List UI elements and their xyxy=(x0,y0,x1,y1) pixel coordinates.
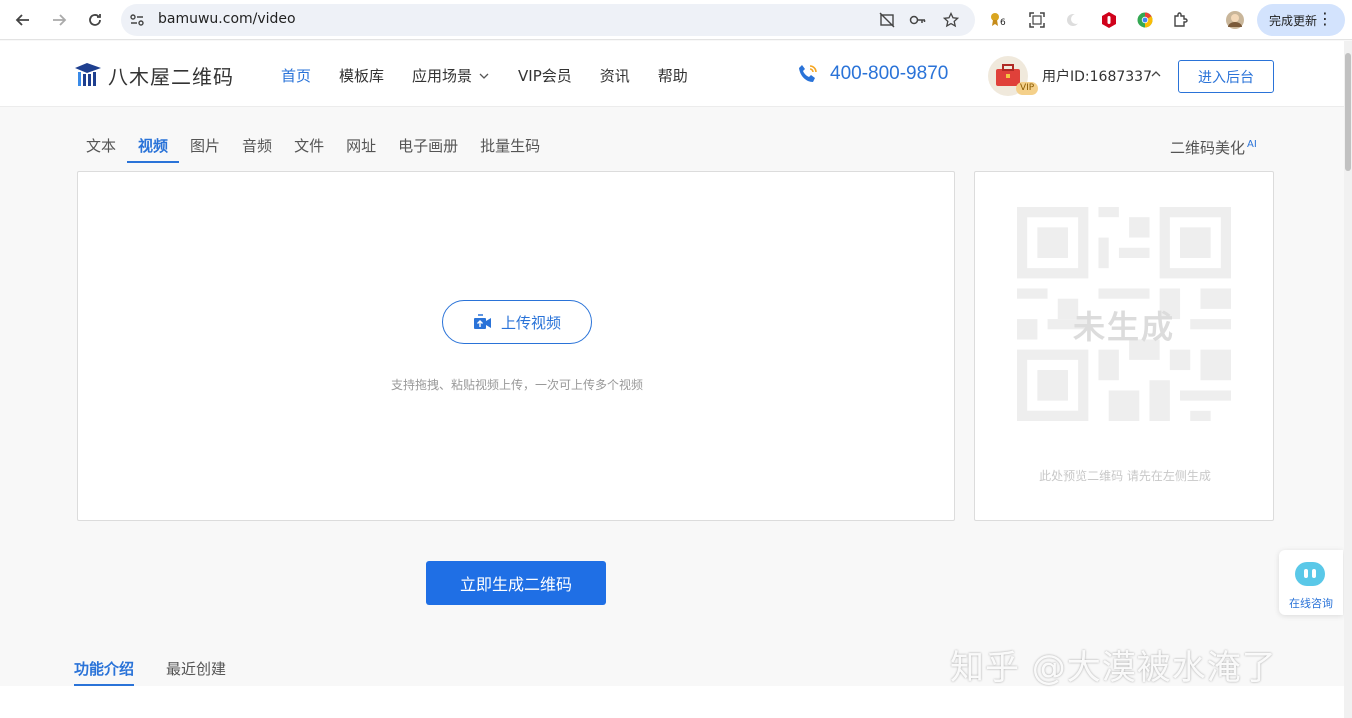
scroll-thumb[interactable] xyxy=(1345,53,1351,171)
tab-ebook[interactable]: 电子画册 xyxy=(387,130,469,163)
consult-label: 在线咨询 xyxy=(1289,597,1333,610)
tab-recent[interactable]: 最近创建 xyxy=(166,658,226,686)
nav-vip[interactable]: VIP会员 xyxy=(518,65,572,86)
extension-badge: 6 xyxy=(1000,18,1006,28)
qr-status-text: 未生成 xyxy=(1072,308,1175,346)
site-settings-icon[interactable] xyxy=(129,12,145,28)
chrome-color-icon[interactable] xyxy=(1135,10,1155,30)
phone-number: 400-800-9870 xyxy=(830,63,949,84)
back-arrow-icon[interactable] xyxy=(12,9,34,31)
preview-hint: 此处预览二维码 请先在左侧生成 xyxy=(1039,469,1211,483)
no-camera-icon[interactable] xyxy=(878,11,896,29)
profile-avatar-icon[interactable] xyxy=(1225,10,1245,30)
content-strip xyxy=(0,686,1347,718)
upload-hint: 支持拖拽、粘贴视频上传，一次可上传多个视频 xyxy=(390,378,643,392)
upload-video-icon xyxy=(473,313,493,331)
online-consult-widget[interactable]: 在线咨询 xyxy=(1279,550,1343,615)
vip-badge: VIP xyxy=(1016,82,1039,95)
tab-batch[interactable]: 批量生码 xyxy=(469,130,551,163)
site-logo[interactable]: 八木屋二维码 xyxy=(74,60,234,90)
nav-scenarios[interactable]: 应用场景 xyxy=(412,65,490,86)
upload-video-button[interactable]: 上传视频 xyxy=(442,300,592,344)
tab-file[interactable]: 文件 xyxy=(283,130,335,163)
chevron-down-icon xyxy=(479,73,489,79)
adblock-icon[interactable] xyxy=(1099,10,1119,30)
beautify-label: 二维码美化 xyxy=(1170,139,1246,157)
bookmark-star-icon[interactable] xyxy=(942,11,960,29)
logo-text: 八木屋二维码 xyxy=(108,64,234,89)
screenshot-icon[interactable] xyxy=(1027,10,1047,30)
site-header: 八木屋二维码 首页 模板库 应用场景 VIP会员 资讯 帮助 400-800-9… xyxy=(0,41,1352,107)
generate-qr-button[interactable]: 立即生成二维码 xyxy=(426,561,606,605)
watermark: 知乎 @大漠被水淹了 xyxy=(950,648,1277,688)
nav-news[interactable]: 资讯 xyxy=(600,65,630,86)
chat-bot-icon xyxy=(1295,562,1325,586)
nav-templates[interactable]: 模板库 xyxy=(339,65,384,86)
tab-image[interactable]: 图片 xyxy=(179,130,231,163)
ai-badge: AI xyxy=(1247,139,1257,150)
update-label: 完成更新 xyxy=(1269,13,1318,28)
reload-icon[interactable] xyxy=(84,9,106,31)
more-vertical-icon: ⋮ xyxy=(1317,9,1333,28)
moon-extension-icon[interactable] xyxy=(1063,10,1083,30)
main-nav: 首页 模板库 应用场景 VIP会员 资讯 帮助 xyxy=(281,65,716,86)
tab-text[interactable]: 文本 xyxy=(75,130,127,163)
nav-home[interactable]: 首页 xyxy=(281,65,311,86)
medal-extension-icon[interactable]: 6 xyxy=(988,10,1008,30)
qr-beautify-link[interactable]: 二维码美化 AI xyxy=(1170,137,1257,158)
phone-icon xyxy=(799,65,817,82)
upload-video-label: 上传视频 xyxy=(500,313,561,332)
logo-mark-icon xyxy=(75,63,101,86)
forward-arrow-icon[interactable] xyxy=(48,9,70,31)
upload-dropzone[interactable]: 上传视频 支持拖拽、粘贴视频上传，一次可上传多个视频 xyxy=(77,171,955,521)
qr-type-tabs: 文本 视频 图片 音频 文件 网址 电子画册 批量生码 xyxy=(75,130,551,163)
tab-features[interactable]: 功能介绍 xyxy=(74,658,135,686)
page-scrollbar[interactable] xyxy=(1344,41,1352,718)
extensions-puzzle-icon[interactable] xyxy=(1171,10,1191,30)
nav-help[interactable]: 帮助 xyxy=(658,65,688,86)
nav-scenarios-label: 应用场景 xyxy=(412,67,473,85)
user-id[interactable]: 用户ID:1687337 xyxy=(1042,66,1152,86)
qr-preview-panel: 未生成 此处预览二维码 请先在左侧生成 xyxy=(974,171,1274,521)
url-text[interactable]: bamuwu.com/video xyxy=(158,11,296,27)
tab-url[interactable]: 网址 xyxy=(335,130,387,163)
key-icon[interactable] xyxy=(909,11,927,29)
enter-admin-button[interactable]: 进入后台 xyxy=(1178,60,1274,93)
hotline: 400-800-9870 xyxy=(796,62,948,86)
tab-audio[interactable]: 音频 xyxy=(231,130,283,163)
address-bar[interactable]: bamuwu.com/video xyxy=(121,4,975,36)
section-tabs: 功能介绍 最近创建 xyxy=(74,658,258,686)
chevron-up-icon[interactable] xyxy=(1151,69,1161,79)
browser-toolbar: bamuwu.com/video 6 完成更新 ⋮ xyxy=(0,0,1352,40)
tab-video[interactable]: 视频 xyxy=(127,130,180,163)
update-browser-button[interactable]: 完成更新 ⋮ xyxy=(1257,4,1345,36)
